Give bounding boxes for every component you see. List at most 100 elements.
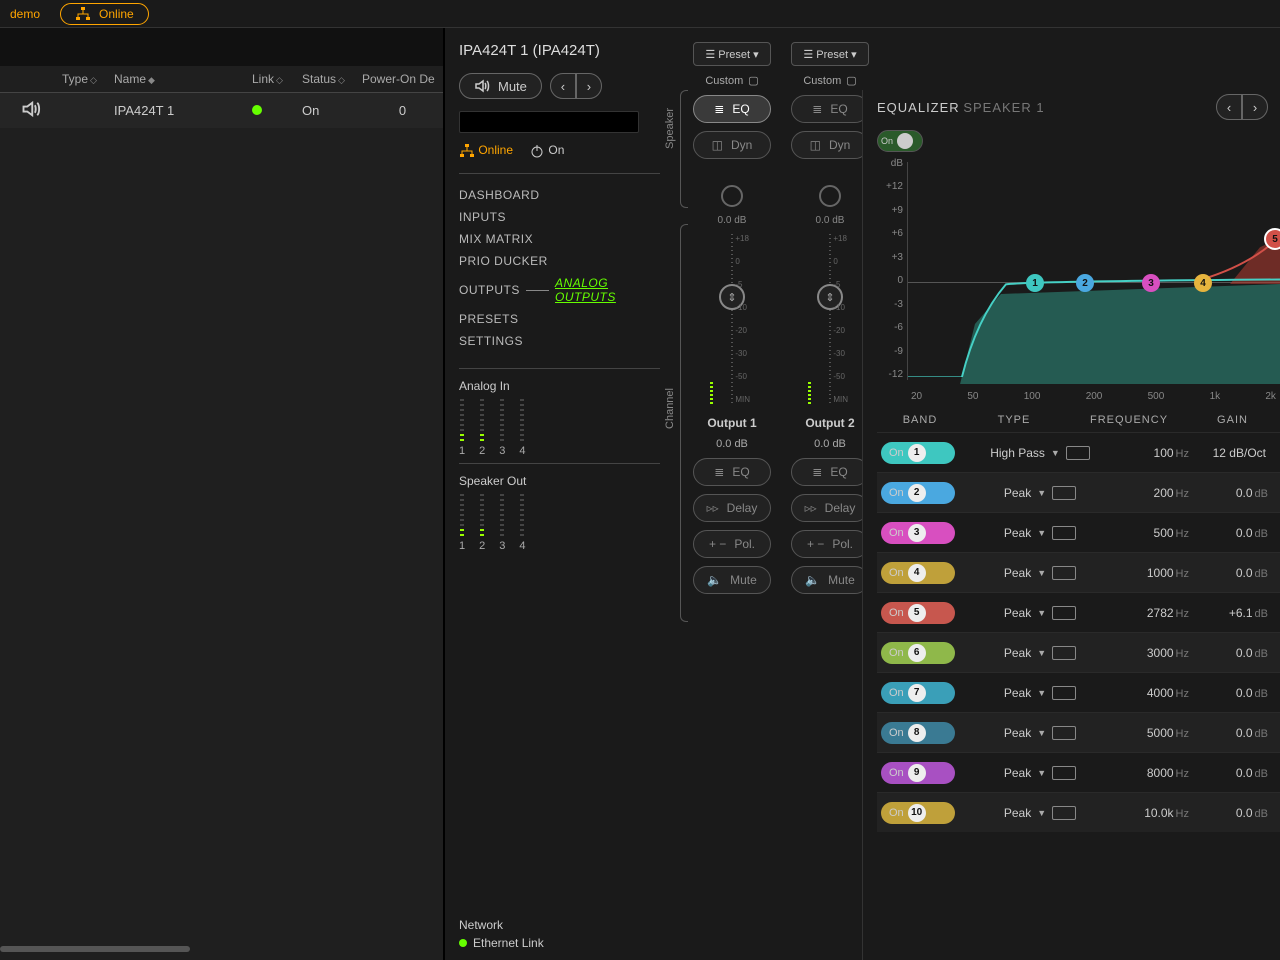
gain-knob[interactable] [819,185,841,207]
band-freq-value[interactable]: 2782Hz [1095,606,1189,620]
device-image [459,111,639,133]
custom-label[interactable]: Custom ▢ [803,74,856,87]
menu-prio-ducker[interactable]: PRIO DUCKER [459,250,660,272]
menu-mix-matrix[interactable]: MIX MATRIX [459,228,660,250]
network-icon [75,6,91,22]
band-type-select[interactable]: Peak▼ [985,806,1095,820]
band-on-chip[interactable]: On9 [881,762,955,784]
band-on-chip[interactable]: On8 [881,722,955,744]
eq-next-button[interactable]: › [1242,94,1268,120]
band-freq-value[interactable]: 500Hz [1095,526,1189,540]
meter: 1 [459,494,465,552]
brand-label[interactable]: demo [10,7,40,21]
channel-mute-button[interactable]: 🔈Mute [791,566,869,594]
band-type-select[interactable]: Peak▼ [985,526,1095,540]
eq-subtitle: SPEAKER 1 [963,100,1044,115]
col-link[interactable]: Link◇ [252,72,302,86]
band-type-select[interactable]: High Pass▼ [985,446,1095,460]
device-next-button[interactable]: › [576,73,602,99]
col-name[interactable]: Name◆ [114,72,252,86]
band-gain-value[interactable]: +6.1dB [1189,606,1280,620]
dyn-button[interactable]: ◫Dyn [693,131,771,159]
col-status[interactable]: Status◇ [302,72,362,86]
band-on-chip[interactable]: On4 [881,562,955,584]
band-freq-value[interactable]: 4000Hz [1095,686,1189,700]
menu-dashboard[interactable]: DASHBOARD [459,184,660,206]
level-slider[interactable]: ⇕ +180-5-10-20-30-50MIN [816,234,844,404]
menu-inputs[interactable]: INPUTS [459,206,660,228]
meter: 3 [499,399,505,457]
eq-node-2[interactable]: 2 [1076,274,1094,292]
band-on-chip[interactable]: On3 [881,522,955,544]
device-name-cell: IPA424T 1 [114,103,252,118]
polarity-button[interactable]: + −Pol. [791,530,869,558]
menu-outputs[interactable]: OUTPUTS [459,279,520,301]
polarity-button[interactable]: + −Pol. [693,530,771,558]
gain-knob[interactable] [721,185,743,207]
band-on-chip[interactable]: On10 [881,802,955,824]
eq-on-toggle[interactable]: On [877,130,923,152]
menu-analog-outputs[interactable]: ANALOG OUTPUTS [555,272,660,308]
col-type[interactable]: Type◇ [62,72,114,86]
meter: 3 [499,494,505,552]
eq-button[interactable]: ≣EQ [791,95,869,123]
preset-button[interactable]: ☰ Preset ▾ [693,42,771,66]
eq-plot[interactable]: 1 2 3 4 5 [907,162,1280,380]
eq-node-3[interactable]: 3 [1142,274,1160,292]
band-freq-value[interactable]: 3000Hz [1095,646,1189,660]
band-gain-value[interactable]: 12 dB/Oct [1189,446,1280,460]
col-power-on-delay[interactable]: Power-On De [362,72,443,86]
band-type-select[interactable]: Peak▼ [985,726,1095,740]
eq-node-4[interactable]: 4 [1194,274,1212,292]
preset-button[interactable]: ☰ Preset ▾ [791,42,869,66]
band-freq-value[interactable]: 8000Hz [1095,766,1189,780]
chevron-down-icon: ▼ [1037,488,1046,498]
channel-eq-button[interactable]: ≣EQ [693,458,771,486]
menu-settings[interactable]: SETTINGS [459,330,660,352]
h-scrollbar[interactable] [0,946,190,952]
band-on-chip[interactable]: On5 [881,602,955,624]
eq-prev-button[interactable]: ‹ [1216,94,1242,120]
eq-node-5[interactable]: 5 [1264,228,1280,250]
channel-eq-button[interactable]: ≣EQ [791,458,869,486]
band-gain-value[interactable]: 0.0dB [1189,726,1280,740]
band-gain-value[interactable]: 0.0dB [1189,766,1280,780]
eq-node-1[interactable]: 1 [1026,274,1044,292]
band-freq-value[interactable]: 1000Hz [1095,566,1189,580]
band-gain-value[interactable]: 0.0dB [1189,526,1280,540]
col-band: BAND [881,414,959,426]
channel-mute-button[interactable]: 🔈Mute [693,566,771,594]
delay-button[interactable]: ▹▹Delay [693,494,771,522]
eq-button[interactable]: ≣EQ [693,95,771,123]
band-type-select[interactable]: Peak▼ [985,646,1095,660]
filter-shape-icon [1066,446,1090,460]
band-gain-value[interactable]: 0.0dB [1189,686,1280,700]
band-gain-value[interactable]: 0.0dB [1189,646,1280,660]
band-type-select[interactable]: Peak▼ [985,686,1095,700]
band-type-select[interactable]: Peak▼ [985,606,1095,620]
band-on-chip[interactable]: On2 [881,482,955,504]
band-type-select[interactable]: Peak▼ [985,486,1095,500]
band-type-select[interactable]: Peak▼ [985,566,1095,580]
band-freq-value[interactable]: 5000Hz [1095,726,1189,740]
device-mute-button[interactable]: Mute [459,73,542,99]
band-gain-value[interactable]: 0.0dB [1189,806,1280,820]
device-prev-button[interactable]: ‹ [550,73,576,99]
band-on-chip[interactable]: On1 [881,442,955,464]
band-gain-value[interactable]: 0.0dB [1189,566,1280,580]
online-pill[interactable]: Online [60,3,149,25]
band-freq-value[interactable]: 200Hz [1095,486,1189,500]
band-on-chip[interactable]: On7 [881,682,955,704]
dyn-button[interactable]: ◫Dyn [791,131,869,159]
menu-presets[interactable]: PRESETS [459,308,660,330]
level-slider[interactable]: ⇕ +180-5-10-20-30-50MIN [718,234,746,404]
band-freq-value[interactable]: 100Hz [1095,446,1189,460]
band-freq-value[interactable]: 10.0kHz [1095,806,1189,820]
eq-graph[interactable]: dB+12+9+6+30-3-6-9-12 1 2 3 4 5 [877,158,1280,408]
device-row[interactable]: IPA424T 1 On 0 [0,93,443,128]
band-gain-value[interactable]: 0.0dB [1189,486,1280,500]
band-type-select[interactable]: Peak▼ [985,766,1095,780]
band-on-chip[interactable]: On6 [881,642,955,664]
delay-button[interactable]: ▹▹Delay [791,494,869,522]
custom-label[interactable]: Custom ▢ [705,74,758,87]
